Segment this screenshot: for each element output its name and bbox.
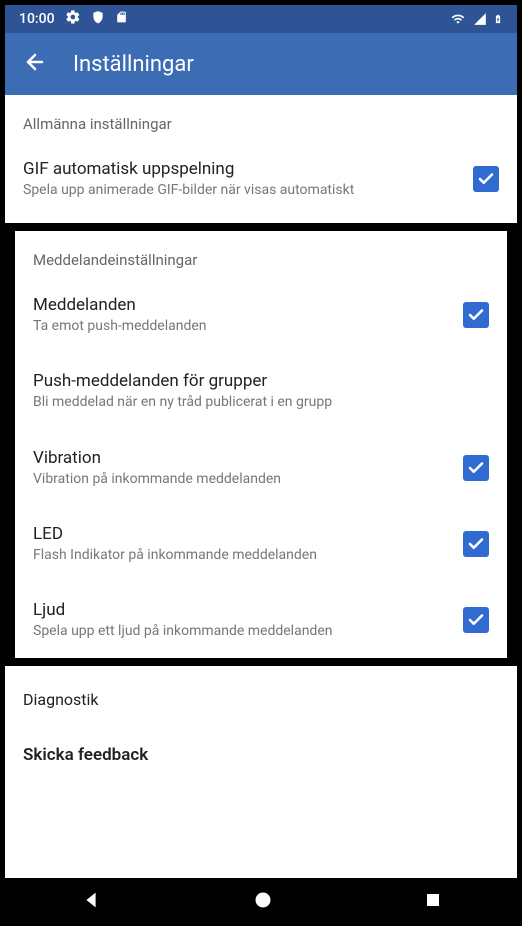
signal-icon xyxy=(473,12,487,26)
wifi-icon xyxy=(449,12,467,26)
setting-notifications-title: Meddelanden xyxy=(33,295,447,315)
nav-home-button[interactable] xyxy=(253,890,273,914)
setting-vibration[interactable]: Vibration Vibration på inkommande meddel… xyxy=(15,430,507,506)
setting-sound[interactable]: Ljud Spela upp ett ljud på inkommande me… xyxy=(15,582,507,658)
section-header-general: Allmänna inställningar xyxy=(5,95,517,141)
checkbox-vibration[interactable] xyxy=(463,455,489,481)
checkbox-led[interactable] xyxy=(463,531,489,557)
setting-vibration-subtitle: Vibration på inkommande meddelanden xyxy=(33,470,447,488)
setting-group-push-subtitle: Bli meddelad när en ny tråd publicerat i… xyxy=(33,393,489,411)
setting-group-push[interactable]: Push-meddelanden för grupper Bli meddela… xyxy=(15,353,507,429)
setting-gif-title: GIF automatisk uppspelning xyxy=(23,159,457,179)
shield-icon xyxy=(91,9,105,29)
setting-group-push-title: Push-meddelanden för grupper xyxy=(33,371,489,391)
setting-led-title: LED xyxy=(33,524,447,544)
setting-notifications-subtitle: Ta emot push-meddelanden xyxy=(33,317,447,335)
status-time: 10:00 xyxy=(19,11,55,27)
battery-icon xyxy=(493,11,503,27)
highlighted-section: Meddelandeinställningar Meddelanden Ta e… xyxy=(5,223,517,666)
sd-card-icon xyxy=(115,9,128,29)
section-header-notifications: Meddelandeinställningar xyxy=(15,231,507,277)
android-nav-bar xyxy=(5,878,517,926)
setting-sound-title: Ljud xyxy=(33,600,447,620)
setting-sound-subtitle: Spela upp ett ljud på inkommande meddela… xyxy=(33,622,447,640)
settings-content: Allmänna inställningar GIF automatisk up… xyxy=(5,95,517,878)
row-feedback[interactable]: Skicka feedback xyxy=(5,727,517,783)
status-bar: 10:00 xyxy=(5,5,517,33)
page-title: Inställningar xyxy=(73,52,194,77)
setting-notifications[interactable]: Meddelanden Ta emot push-meddelanden xyxy=(15,277,507,353)
app-header: Inställningar xyxy=(5,33,517,95)
row-diagnostics[interactable]: Diagnostik xyxy=(5,672,517,727)
setting-led[interactable]: LED Flash Indikator på inkommande meddel… xyxy=(15,506,507,582)
setting-vibration-title: Vibration xyxy=(33,448,447,468)
back-button[interactable] xyxy=(23,50,47,78)
checkbox-notifications[interactable] xyxy=(463,302,489,328)
nav-back-button[interactable] xyxy=(80,889,102,915)
setting-gif-autoplay[interactable]: GIF automatisk uppspelning Spela upp ani… xyxy=(5,141,517,217)
nav-recent-button[interactable] xyxy=(424,891,442,913)
checkbox-gif[interactable] xyxy=(473,166,499,192)
checkbox-sound[interactable] xyxy=(463,607,489,633)
setting-gif-subtitle: Spela upp animerade GIF-bilder när visas… xyxy=(23,181,457,199)
setting-led-subtitle: Flash Indikator på inkommande meddelande… xyxy=(33,546,447,564)
gear-icon xyxy=(65,9,81,29)
